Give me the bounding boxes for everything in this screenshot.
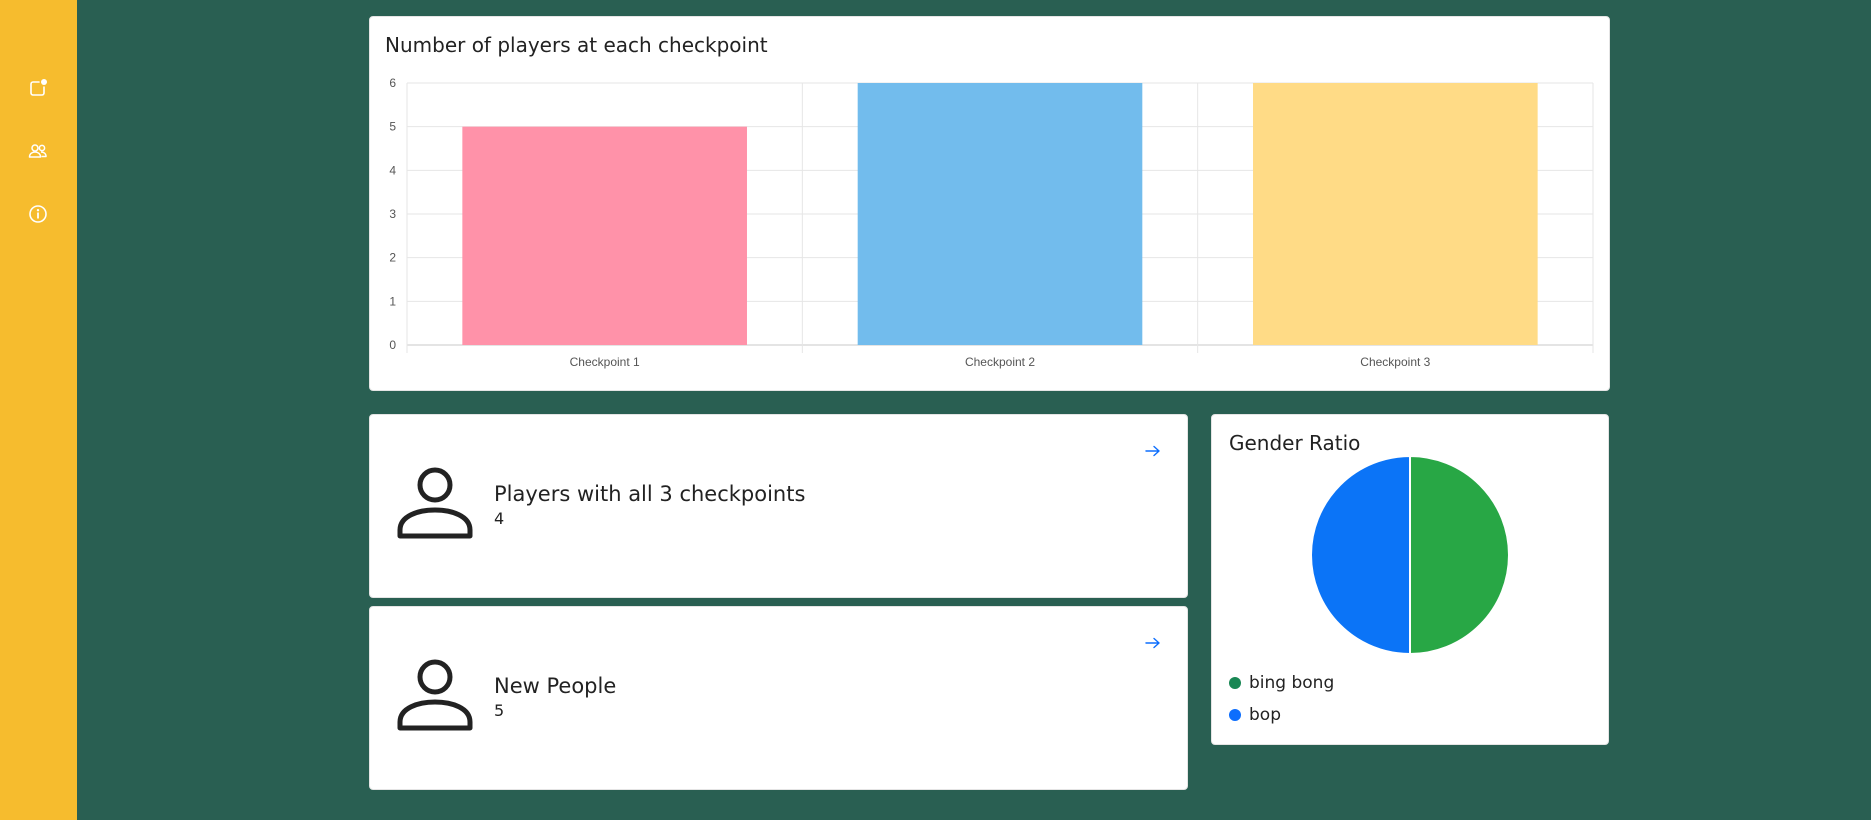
y-tick-label: 4: [389, 163, 396, 177]
gender-ratio-card: Gender Ratio bing bong bop: [1211, 414, 1609, 745]
sidebar: [0, 0, 77, 820]
bar: [462, 126, 747, 346]
arrow-right-icon[interactable]: [1143, 635, 1163, 649]
legend-swatch: [1229, 677, 1241, 689]
y-tick-label: 2: [389, 251, 396, 265]
bar: [1253, 83, 1538, 345]
pie-slice: [1310, 455, 1411, 655]
x-tick-label: Checkpoint 2: [965, 355, 1035, 369]
gender-pie-chart: [1310, 455, 1510, 655]
y-tick-label: 0: [389, 338, 396, 352]
legend-label: bing bong: [1249, 673, 1335, 693]
people-icon[interactable]: [27, 140, 49, 162]
x-tick-label: Checkpoint 3: [1360, 355, 1430, 369]
stat-card-new-people: New People 5: [369, 606, 1188, 790]
stat-value: 5: [494, 701, 505, 720]
checkpoint-chart-card: Number of players at each checkpoint 012…: [369, 16, 1610, 391]
legend-label: bop: [1249, 705, 1281, 725]
gender-ratio-title: Gender Ratio: [1229, 431, 1361, 455]
y-tick-label: 5: [389, 120, 396, 134]
y-tick-label: 6: [389, 76, 396, 90]
y-tick-label: 3: [389, 207, 396, 221]
checkpoint-bar-chart: 0 1 2 3 4 5 6 Checkpoint 1 Checkpoint 2 Checkpoin…: [389, 76, 1594, 369]
stat-card-all-checkpoints: Players with all 3 checkpoints 4: [369, 414, 1188, 598]
pie-slice: [1409, 455, 1510, 655]
legend-item-bop[interactable]: bop: [1229, 705, 1281, 725]
info-icon[interactable]: [27, 203, 49, 225]
arrow-right-icon[interactable]: [1143, 443, 1163, 457]
person-icon: [397, 466, 473, 546]
y-tick-label: 1: [389, 294, 396, 308]
legend-item-bing-bong[interactable]: bing bong: [1229, 673, 1334, 693]
notification-icon[interactable]: [27, 77, 49, 99]
x-tick-label: Checkpoint 1: [570, 355, 640, 369]
stat-value: 4: [494, 509, 505, 528]
legend-swatch: [1229, 709, 1241, 721]
person-icon: [397, 658, 473, 738]
stat-title: Players with all 3 checkpoints: [494, 482, 806, 506]
bar: [857, 83, 1143, 345]
stat-title: New People: [494, 674, 617, 698]
